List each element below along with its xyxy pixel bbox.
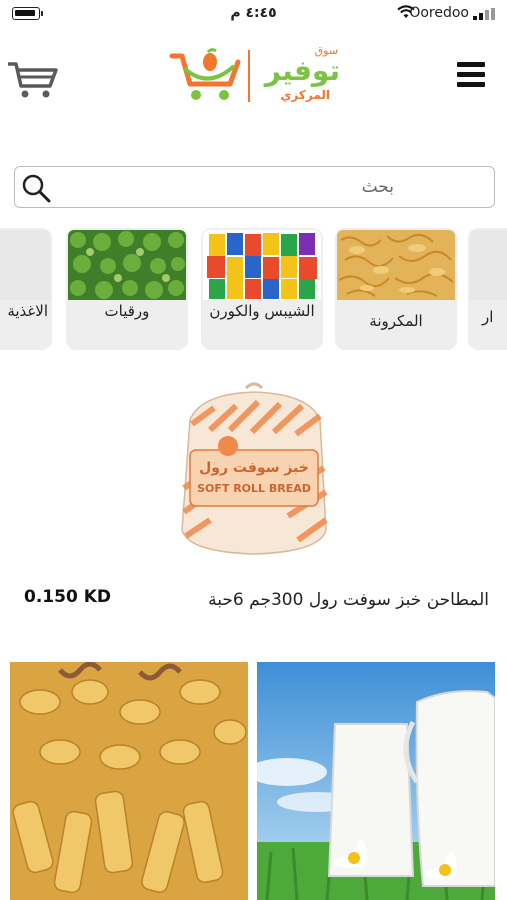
product-package-arabic: خبز سوفت رول — [199, 460, 309, 476]
status-bar: ٤:٤٥ م Ooredoo — [0, 0, 507, 28]
search-icon[interactable] — [21, 173, 51, 203]
category-card-chips[interactable]: الشيبس والكورن — [201, 228, 323, 350]
category-label: الشيبس والكورن — [209, 302, 315, 320]
search-bar — [14, 166, 495, 208]
signal-icon — [473, 8, 495, 20]
category-image — [0, 230, 50, 300]
category-label: ار — [482, 308, 494, 326]
pasta-banner[interactable] — [10, 662, 248, 900]
category-label: المكرونة — [369, 312, 423, 330]
chips-image — [203, 230, 321, 300]
category-card-pasta[interactable]: المكرونة — [335, 228, 457, 350]
pasta-image — [337, 230, 455, 300]
logo-text-bottom: المركزي — [280, 88, 330, 102]
search-input[interactable] — [59, 171, 484, 203]
category-carousel[interactable]: ار المكرونة الشيبس والكورن ورقيات الاغذي… — [0, 228, 507, 352]
category-label: ورقيات — [104, 302, 150, 320]
cart-icon[interactable] — [6, 60, 58, 100]
milk-banner[interactable] — [257, 662, 495, 900]
category-card[interactable]: ار — [468, 228, 507, 350]
logo-cart-icon — [169, 48, 241, 100]
product-package-text: SOFT ROLL BREAD — [197, 482, 311, 495]
category-card-greens[interactable]: ورقيات — [66, 228, 188, 350]
category-label: الاغذية — [7, 302, 48, 320]
category-image — [470, 230, 507, 300]
greens-image — [68, 230, 186, 300]
product-image: خبز سوفت رول SOFT ROLL BREAD — [181, 382, 328, 555]
app-logo[interactable]: سوق توفير المركزي — [168, 44, 340, 106]
product-price: 0.150 KD — [24, 587, 111, 607]
product-name: المطاحن خبز سوفت رول 300جم 6حبة — [208, 590, 489, 610]
featured-product[interactable]: خبز سوفت رول SOFT ROLL BREAD المطاحن خبز… — [0, 372, 507, 622]
logo-text-main: توفير — [264, 54, 340, 87]
milk-banner-image — [257, 662, 495, 900]
hamburger-icon[interactable] — [457, 62, 485, 88]
carrier-name: Ooredoo — [409, 5, 469, 21]
category-card[interactable]: الاغذية — [0, 228, 52, 350]
pasta-banner-image — [10, 662, 248, 900]
app-header: سوق توفير المركزي — [0, 40, 507, 115]
